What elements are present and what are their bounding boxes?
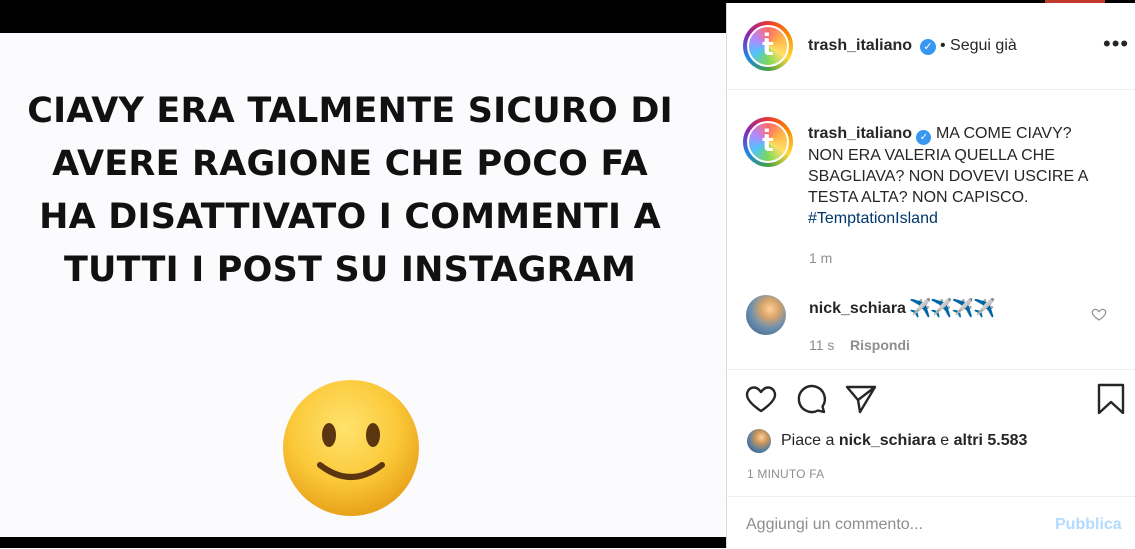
likes-prefix: Piace a bbox=[781, 432, 835, 449]
likes-others-count[interactable]: altri 5.583 bbox=[954, 432, 1028, 449]
image-caption-text: CIAVY ERA TALMENTE SICURO DI AVERE RAGIO… bbox=[27, 91, 673, 290]
caption-hashtag-link[interactable]: #TemptationIsland bbox=[808, 210, 938, 227]
caption-username[interactable]: trash_italiano bbox=[808, 125, 912, 142]
commenter-avatar[interactable] bbox=[746, 295, 786, 335]
author-avatar[interactable]: ṫ bbox=[743, 21, 793, 71]
comment-text: ✈️✈️✈️✈️ bbox=[909, 298, 996, 318]
follow-status[interactable]: • Segui già bbox=[940, 37, 1017, 55]
author-username[interactable]: trash_italiano bbox=[808, 37, 912, 55]
verified-badge-icon: ✓ bbox=[916, 130, 932, 145]
slightly-smiling-face-emoji bbox=[283, 380, 419, 516]
bookmark-icon[interactable] bbox=[1094, 382, 1128, 416]
comment-timestamp: 11 s bbox=[809, 337, 835, 353]
comment-like-heart-icon[interactable] bbox=[1091, 306, 1107, 322]
post-side-panel: ṫ trash_italiano ✓ • Segui già ••• ṫ tra… bbox=[727, 3, 1135, 548]
likes-conjunction: e bbox=[940, 432, 950, 449]
post-media[interactable]: CIAVY ERA TALMENTE SICURO DI AVERE RAGIO… bbox=[0, 3, 726, 548]
reply-button[interactable]: Rispondi bbox=[850, 337, 910, 353]
likes-summary: Piace a nick_schiara e altri 5.583 bbox=[781, 432, 1027, 450]
share-icon[interactable] bbox=[844, 382, 878, 416]
heart-icon[interactable] bbox=[744, 382, 778, 416]
actions-divider bbox=[727, 369, 1135, 371]
comment-icon[interactable] bbox=[794, 382, 828, 416]
liker-username[interactable]: nick_schiara bbox=[839, 432, 936, 449]
verified-badge-icon: ✓ bbox=[920, 39, 936, 55]
post-caption: trash_italiano ✓ MA COME CIAVY? NON ERA … bbox=[808, 123, 1108, 229]
caption-author-avatar[interactable]: ṫ bbox=[743, 117, 793, 167]
caption-timestamp[interactable]: 1 m bbox=[809, 250, 832, 266]
post-image: CIAVY ERA TALMENTE SICURO DI AVERE RAGIO… bbox=[0, 33, 726, 537]
post-header: ṫ trash_italiano ✓ • Segui già ••• bbox=[727, 3, 1135, 90]
post-date[interactable]: 1 MINUTO FA bbox=[747, 467, 824, 481]
comment-meta: 11 s Rispondi bbox=[809, 337, 910, 353]
add-comment-bar: Aggiungi un commento... Pubblica bbox=[727, 496, 1135, 549]
comment-input[interactable]: Aggiungi un commento... bbox=[746, 516, 923, 534]
comment-username[interactable]: nick_schiara bbox=[809, 300, 906, 318]
more-options-icon[interactable]: ••• bbox=[1103, 31, 1129, 57]
liker-avatar[interactable] bbox=[747, 429, 771, 453]
publish-button[interactable]: Pubblica bbox=[1055, 516, 1122, 534]
